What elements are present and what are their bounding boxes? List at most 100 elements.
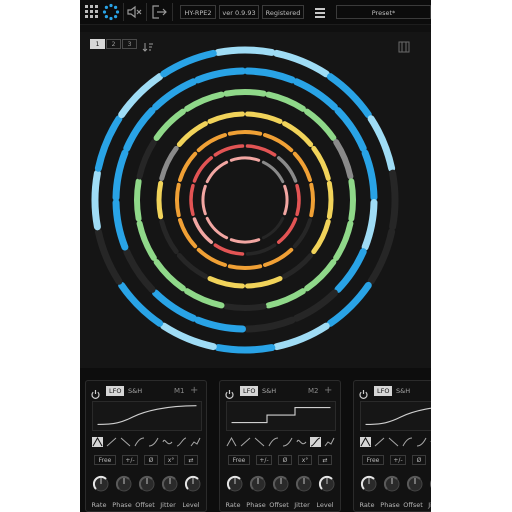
ring-4-step-9[interactable]	[176, 253, 208, 279]
mode-button[interactable]: Free	[362, 455, 384, 465]
ring-3-step-16[interactable]	[184, 91, 225, 112]
ring-3-step-5[interactable]	[348, 178, 356, 222]
ring-2-step-7[interactable]	[293, 289, 338, 322]
power-icon[interactable]	[224, 385, 235, 399]
shape-button-6[interactable]	[296, 437, 307, 447]
ring-5-step-8[interactable]	[196, 247, 227, 267]
ring-4-step-2[interactable]	[282, 121, 314, 147]
ring-3-step-1[interactable]	[223, 89, 267, 97]
knob-jitter[interactable]	[161, 475, 179, 493]
ring-4-step-11[interactable]	[156, 180, 164, 220]
ring-2-step-9[interactable]	[194, 316, 246, 333]
ring-1-step-6[interactable]	[367, 228, 396, 285]
shape-button-4[interactable]	[268, 437, 279, 447]
ring-3-step-8[interactable]	[265, 288, 306, 309]
ring-7-step-4[interactable]	[261, 216, 285, 240]
knob-phase[interactable]	[383, 475, 401, 493]
ring-2-step-16[interactable]	[194, 67, 246, 84]
ring-2-step-4[interactable]	[361, 149, 378, 201]
shape-button-1[interactable]	[92, 437, 103, 447]
shape-button-8[interactable]	[324, 437, 335, 447]
ring-3-step-13[interactable]	[134, 178, 142, 222]
ring-5-step-3[interactable]	[292, 151, 312, 182]
knob-jitter[interactable]	[429, 475, 431, 493]
ring-5-step-5[interactable]	[292, 218, 312, 249]
ring-1-step-1[interactable]	[214, 46, 276, 56]
ring-6-step-10[interactable]	[213, 144, 245, 157]
sh-tab[interactable]: S&H	[262, 386, 276, 396]
ring-4-step-6[interactable]	[282, 253, 314, 279]
ring-2-step-8[interactable]	[244, 316, 296, 333]
polarity-button[interactable]: +/-	[122, 455, 138, 465]
ring-3-step-12[interactable]	[136, 220, 157, 261]
ring-4-step-7[interactable]	[245, 276, 283, 289]
lfo-tab[interactable]: LFO	[374, 386, 393, 396]
ring-1-step-12[interactable]	[94, 228, 123, 285]
shape-button-5[interactable]	[148, 437, 159, 447]
ring-4-step-5[interactable]	[311, 219, 331, 255]
add-icon[interactable]: +	[324, 385, 332, 396]
ring-5-step-11[interactable]	[178, 151, 198, 182]
shape-button-3[interactable]	[120, 437, 131, 447]
ring-4-step-10[interactable]	[159, 219, 179, 255]
shape-button-4[interactable]	[134, 437, 145, 447]
ring-3-step-14[interactable]	[136, 139, 157, 180]
shape-button-8[interactable]	[190, 437, 201, 447]
ring-6-step-6[interactable]	[213, 243, 245, 256]
waveform-display[interactable]	[360, 401, 431, 431]
shape-button-3[interactable]	[388, 437, 399, 447]
shape-button-4[interactable]	[402, 437, 413, 447]
knob-rate[interactable]	[360, 475, 378, 493]
shape-button-1[interactable]	[360, 437, 371, 447]
shape-button-5[interactable]	[282, 437, 293, 447]
mode-button[interactable]: Free	[228, 455, 250, 465]
ring-5-step-2[interactable]	[263, 133, 294, 153]
knob-phase[interactable]	[115, 475, 133, 493]
knob-offset[interactable]	[138, 475, 156, 493]
ring-7-step-2[interactable]	[261, 160, 285, 184]
ring-7-step-6[interactable]	[205, 216, 229, 240]
ring-2-step-10[interactable]	[152, 289, 197, 322]
power-icon[interactable]	[358, 385, 369, 399]
knob-level[interactable]	[184, 475, 202, 493]
knob-level[interactable]	[318, 475, 336, 493]
ring-1-step-2[interactable]	[273, 49, 330, 78]
ring-3-step-6[interactable]	[333, 220, 354, 261]
mute-speaker-icon[interactable]	[126, 3, 144, 21]
knob-offset[interactable]	[406, 475, 424, 493]
ring-2-step-15[interactable]	[152, 78, 197, 111]
link-button[interactable]: ⇄	[184, 455, 198, 465]
ring-4-step-4[interactable]	[326, 180, 334, 220]
ring-3-step-7[interactable]	[304, 259, 337, 292]
preset-selector[interactable]: Preset*	[336, 5, 431, 19]
polarity-button[interactable]: +/-	[390, 455, 406, 465]
retrigger-button[interactable]: x°	[298, 455, 312, 465]
ring-1-step-14[interactable]	[94, 115, 123, 172]
shape-button-2[interactable]	[240, 437, 251, 447]
ring-5-step-7[interactable]	[227, 264, 263, 270]
ring-5-step-6[interactable]	[263, 247, 294, 267]
knob-phase[interactable]	[249, 475, 267, 493]
ring-7-step-7[interactable]	[201, 184, 207, 216]
knob-rate[interactable]	[226, 475, 244, 493]
sh-tab[interactable]: S&H	[128, 386, 142, 396]
ring-4-step-1[interactable]	[245, 111, 283, 124]
shape-button-3[interactable]	[254, 437, 265, 447]
ring-4-step-3[interactable]	[311, 145, 331, 181]
shape-button-6[interactable]	[430, 437, 431, 447]
ring-5-step-1[interactable]	[227, 130, 263, 136]
link-button[interactable]: ⇄	[318, 455, 332, 465]
ring-5-step-4[interactable]	[309, 182, 315, 218]
polarity-button[interactable]: +/-	[256, 455, 272, 465]
ring-3-step-10[interactable]	[184, 288, 225, 309]
shape-button-5[interactable]	[416, 437, 427, 447]
ring-2-step-14[interactable]	[123, 107, 156, 152]
ring-1-step-5[interactable]	[389, 169, 399, 231]
ring-6-step-3[interactable]	[295, 183, 301, 217]
ring-4-step-14[interactable]	[207, 111, 245, 124]
knob-jitter[interactable]	[295, 475, 313, 493]
ring-7-step-8[interactable]	[205, 160, 229, 184]
ring-2-step-11[interactable]	[123, 248, 156, 293]
sh-tab[interactable]: S&H	[396, 386, 410, 396]
ring-2-step-2[interactable]	[293, 78, 338, 111]
